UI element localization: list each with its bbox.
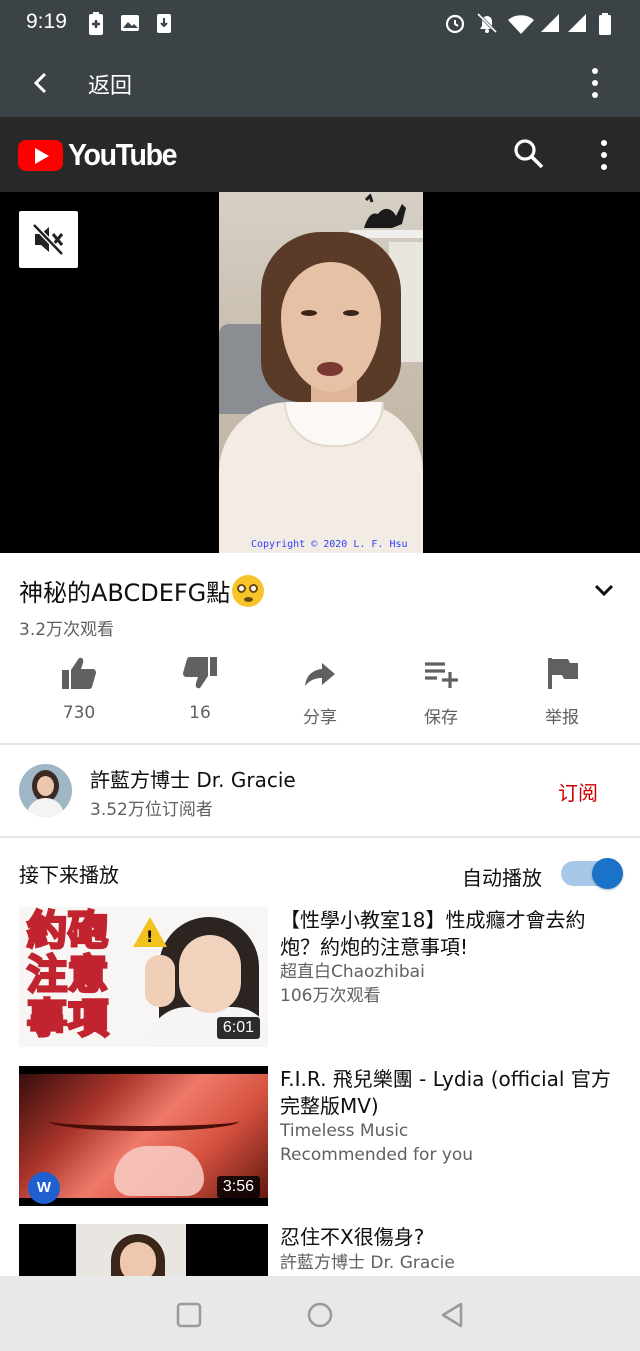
video-duration: 6:01	[216, 1017, 260, 1039]
up-next-title[interactable]: 忍住不X很傷身?	[280, 1224, 620, 1251]
youtube-wordmark: YouTube	[68, 137, 177, 172]
alarm-icon	[445, 14, 465, 34]
home-button-icon[interactable]	[305, 1300, 335, 1330]
up-next-title[interactable]: 【性學小教室18】性成癮才會去約炮？約炮的注意事項!	[280, 907, 620, 961]
signal-icon	[541, 14, 559, 32]
status-bar: 9:19	[0, 0, 640, 48]
autoplay-toggle[interactable]	[561, 858, 623, 889]
channel-name[interactable]: 許藍方博士 Dr. Gracie	[90, 764, 296, 793]
thumbnail-caption: 約砲注意事項	[26, 908, 110, 1043]
warner-music-logo-icon: W	[28, 1172, 60, 1204]
up-next-item[interactable]: 忍住不X很傷身? 許藍方博士 Dr. Gracie	[0, 1224, 640, 1276]
like-count: 730	[62, 703, 96, 723]
recents-button-icon[interactable]	[174, 1300, 204, 1330]
video-player[interactable]: Copyright © 2020 L. F. Hsu	[0, 192, 640, 553]
up-next-title[interactable]: F.I.R. 飛兒樂團 - Lydia (official 官方完整版MV)	[280, 1066, 620, 1120]
subscriber-count: 3.52万位订阅者	[90, 800, 213, 820]
up-next-channel: 許藍方博士 Dr. Gracie	[280, 1253, 455, 1273]
channel-avatar[interactable]	[19, 764, 72, 817]
report-button[interactable]: 举报	[512, 655, 612, 728]
thumbs-up-icon	[62, 657, 96, 689]
playlist-add-icon	[425, 662, 458, 688]
search-icon[interactable]	[512, 137, 546, 171]
wifi-icon	[508, 15, 534, 35]
view-count: 3.2万次观看	[19, 620, 115, 640]
share-button[interactable]: 分享	[270, 655, 370, 728]
video-title[interactable]: 神秘的ABCDEFG點	[19, 573, 265, 608]
video-copyright: Copyright © 2020 L. F. Hsu	[251, 539, 408, 550]
save-label: 保存	[424, 708, 458, 728]
thumbs-down-icon	[183, 657, 217, 689]
flag-icon	[548, 658, 578, 689]
like-button[interactable]: 730	[29, 655, 129, 723]
battery-icon	[599, 13, 611, 35]
video-duration: 3:56	[216, 1176, 260, 1198]
youtube-logo[interactable]: YouTube	[18, 137, 186, 173]
back-button-icon[interactable]	[437, 1300, 467, 1330]
autoplay-toggle-knob	[592, 858, 623, 889]
up-next-item[interactable]: W 3:56 F.I.R. 飛兒樂團 - Lydia (official 官方完…	[0, 1066, 640, 1206]
app-bar: 返回	[0, 48, 640, 117]
notifications-off-icon	[476, 12, 498, 34]
download-icon	[157, 14, 171, 33]
volume-off-icon	[32, 223, 64, 256]
dislike-button[interactable]: 16	[150, 655, 250, 723]
video-thumbnail[interactable]	[19, 1224, 268, 1276]
video-thumbnail[interactable]: W 3:56	[19, 1066, 268, 1206]
overflow-menu-icon[interactable]	[585, 65, 605, 101]
back-label[interactable]: 返回	[88, 68, 132, 100]
video-thumbnail[interactable]: 約砲注意事項 ! 6:01	[19, 907, 268, 1047]
youtube-menu-icon[interactable]	[594, 137, 614, 173]
youtube-play-logo-icon	[18, 139, 63, 171]
flushed-emoji-icon	[232, 574, 265, 607]
up-next-channel: 超直白Chaozhibai	[280, 962, 425, 982]
cat-figure-icon	[364, 194, 406, 228]
report-label: 举报	[545, 708, 579, 728]
chevron-down-icon[interactable]	[592, 580, 616, 600]
share-icon	[305, 663, 335, 686]
status-time: 9:19	[26, 10, 67, 33]
back-arrow-icon[interactable]	[26, 68, 56, 98]
dislike-count: 16	[189, 703, 211, 723]
subscribe-button[interactable]: 订阅	[558, 777, 598, 806]
image-icon	[121, 15, 139, 31]
divider	[0, 836, 640, 838]
video-title-text: 神秘的ABCDEFG點	[19, 579, 231, 607]
video-frame: Copyright © 2020 L. F. Hsu	[219, 192, 423, 553]
share-label: 分享	[303, 708, 337, 728]
battery-saver-icon	[89, 12, 103, 35]
up-next-recommendation: Recommended for you	[280, 1145, 474, 1165]
signal-roaming-icon	[568, 14, 586, 32]
up-next-heading: 接下来播放	[19, 863, 119, 887]
up-next-channel: Timeless Music	[280, 1121, 409, 1141]
divider	[0, 743, 640, 745]
mute-button[interactable]	[19, 211, 78, 268]
autoplay-label: 自动播放	[462, 866, 542, 890]
up-next-item[interactable]: 約砲注意事項 ! 6:01 【性學小教室18】性成癮才會去約炮？約炮的注意事項!…	[0, 907, 640, 1047]
system-nav-bar	[0, 1276, 640, 1351]
save-button[interactable]: 保存	[391, 655, 491, 728]
action-bar: 730 16 分享 保存 举报	[0, 655, 640, 735]
youtube-header: YouTube	[0, 117, 640, 192]
up-next-views: 106万次观看	[280, 986, 381, 1006]
